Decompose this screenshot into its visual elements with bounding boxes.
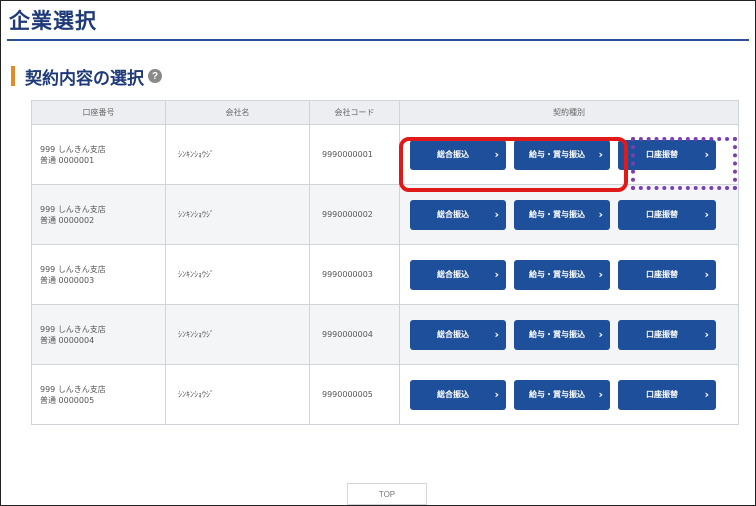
- red-highlight-box: [399, 137, 628, 192]
- button-label: 総合振込: [437, 390, 469, 399]
- page-title: 企業選択: [9, 9, 97, 33]
- contract-type-cell: 総合振込 › 給与・賞与振込 › 口座振替 ›: [399, 184, 739, 245]
- table-row: 999 しんきん支店 普通 0000003 ｼﾝｷﾝｼｮｳｼﾞ 99900000…: [31, 244, 739, 305]
- company-code: 9990000002: [309, 184, 400, 245]
- chevron-right-icon: ›: [598, 387, 603, 401]
- button-label: 口座振替: [646, 390, 678, 399]
- account-transfer-button[interactable]: 口座振替 ›: [618, 259, 716, 290]
- button-label: 口座振替: [646, 270, 678, 279]
- company-name: ｼﾝｷﾝｼｮｳｼﾞ: [165, 364, 310, 425]
- account-cell: 999 しんきん支店 普通 0000001: [31, 124, 166, 185]
- salary-bonus-transfer-button[interactable]: 給与・賞与振込 ›: [514, 199, 610, 230]
- chevron-right-icon: ›: [494, 327, 499, 341]
- chevron-right-icon: ›: [494, 387, 499, 401]
- company-name: ｼﾝｷﾝｼｮｳｼﾞ: [165, 244, 310, 305]
- bank-branch: 999 しんきん支店: [40, 264, 106, 274]
- chevron-right-icon: ›: [598, 327, 603, 341]
- bank-branch: 999 しんきん支店: [40, 324, 106, 334]
- salary-bonus-transfer-button[interactable]: 給与・賞与振込 ›: [514, 319, 610, 350]
- header-company-name: 会社名: [165, 100, 310, 125]
- chevron-right-icon: ›: [598, 207, 603, 221]
- company-name: ｼﾝｷﾝｼｮｳｼﾞ: [165, 124, 310, 185]
- general-transfer-button[interactable]: 総合振込 ›: [410, 319, 506, 350]
- account-transfer-button[interactable]: 口座振替 ›: [618, 199, 716, 230]
- header-account-number: 口座番号: [31, 100, 166, 125]
- general-transfer-button[interactable]: 総合振込 ›: [410, 199, 506, 230]
- header-company-code: 会社コード: [309, 100, 400, 125]
- button-label: 給与・賞与振込: [529, 270, 585, 279]
- chevron-right-icon: ›: [598, 267, 603, 281]
- general-transfer-button[interactable]: 総合振込 ›: [410, 379, 506, 410]
- company-code: 9990000004: [309, 304, 400, 365]
- company-name: ｼﾝｷﾝｼｮｳｼﾞ: [165, 184, 310, 245]
- account-cell: 999 しんきん支店 普通 0000002: [31, 184, 166, 245]
- account-cell: 999 しんきん支店 普通 0000003: [31, 244, 166, 305]
- company-name: ｼﾝｷﾝｼｮｳｼﾞ: [165, 304, 310, 365]
- button-label: 総合振込: [437, 270, 469, 279]
- button-label: 総合振込: [437, 210, 469, 219]
- button-label: 口座振替: [646, 330, 678, 339]
- account-cell: 999 しんきん支店 普通 0000004: [31, 304, 166, 365]
- salary-bonus-transfer-button[interactable]: 給与・賞与振込 ›: [514, 379, 610, 410]
- button-label: 総合振込: [437, 330, 469, 339]
- section-header: 契約内容の選択 ?: [11, 64, 162, 89]
- account-cell: 999 しんきん支店 普通 0000005: [31, 364, 166, 425]
- button-label: 口座振替: [646, 210, 678, 219]
- chevron-right-icon: ›: [704, 207, 709, 221]
- account-number: 普通 0000004: [40, 335, 95, 345]
- table-row: 999 しんきん支店 普通 0000004 ｼﾝｷﾝｼｮｳｼﾞ 99900000…: [31, 304, 739, 365]
- company-code: 9990000001: [309, 124, 400, 185]
- company-code: 9990000005: [309, 364, 400, 425]
- chevron-right-icon: ›: [494, 207, 499, 221]
- company-code: 9990000003: [309, 244, 400, 305]
- table-row: 999 しんきん支店 普通 0000002 ｼﾝｷﾝｼｮｳｼﾞ 99900000…: [31, 184, 739, 245]
- contract-type-cell: 総合振込 › 給与・賞与振込 › 口座振替 ›: [399, 244, 739, 305]
- account-number: 普通 0000005: [40, 395, 95, 405]
- purple-dotted-highlight-box: [631, 137, 737, 190]
- salary-bonus-transfer-button[interactable]: 給与・賞与振込 ›: [514, 259, 610, 290]
- account-number: 普通 0000003: [40, 275, 95, 285]
- account-transfer-button[interactable]: 口座振替 ›: [618, 319, 716, 350]
- chevron-right-icon: ›: [704, 387, 709, 401]
- bank-branch: 999 しんきん支店: [40, 144, 106, 154]
- account-transfer-button[interactable]: 口座振替 ›: [618, 379, 716, 410]
- table-row: 999 しんきん支店 普通 0000005 ｼﾝｷﾝｼｮｳｼﾞ 99900000…: [31, 364, 739, 425]
- button-label: 給与・賞与振込: [529, 210, 585, 219]
- bank-branch: 999 しんきん支店: [40, 204, 106, 214]
- chevron-right-icon: ›: [494, 267, 499, 281]
- account-number: 普通 0000002: [40, 215, 95, 225]
- button-label: 給与・賞与振込: [529, 330, 585, 339]
- button-label: 給与・賞与振込: [529, 390, 585, 399]
- account-number: 普通 0000001: [40, 155, 95, 165]
- general-transfer-button[interactable]: 総合振込 ›: [410, 259, 506, 290]
- chevron-right-icon: ›: [704, 267, 709, 281]
- chevron-right-icon: ›: [704, 327, 709, 341]
- question-circle-icon[interactable]: ?: [148, 69, 162, 83]
- page-frame: 企業選択 契約内容の選択 ? 口座番号 会社名 会社コード 契約種別 999 し…: [0, 0, 756, 506]
- section-title: 契約内容の選択: [25, 68, 144, 89]
- header-contract-type: 契約種別: [399, 100, 739, 125]
- top-button[interactable]: TOP: [347, 483, 427, 505]
- contract-type-cell: 総合振込 › 給与・賞与振込 › 口座振替 ›: [399, 364, 739, 425]
- section-accent-bar: [11, 66, 15, 86]
- table-header-row: 口座番号 会社名 会社コード 契約種別: [31, 100, 739, 125]
- contract-type-cell: 総合振込 › 給与・賞与振込 › 口座振替 ›: [399, 304, 739, 365]
- title-divider: [7, 39, 749, 41]
- bank-branch: 999 しんきん支店: [40, 384, 106, 394]
